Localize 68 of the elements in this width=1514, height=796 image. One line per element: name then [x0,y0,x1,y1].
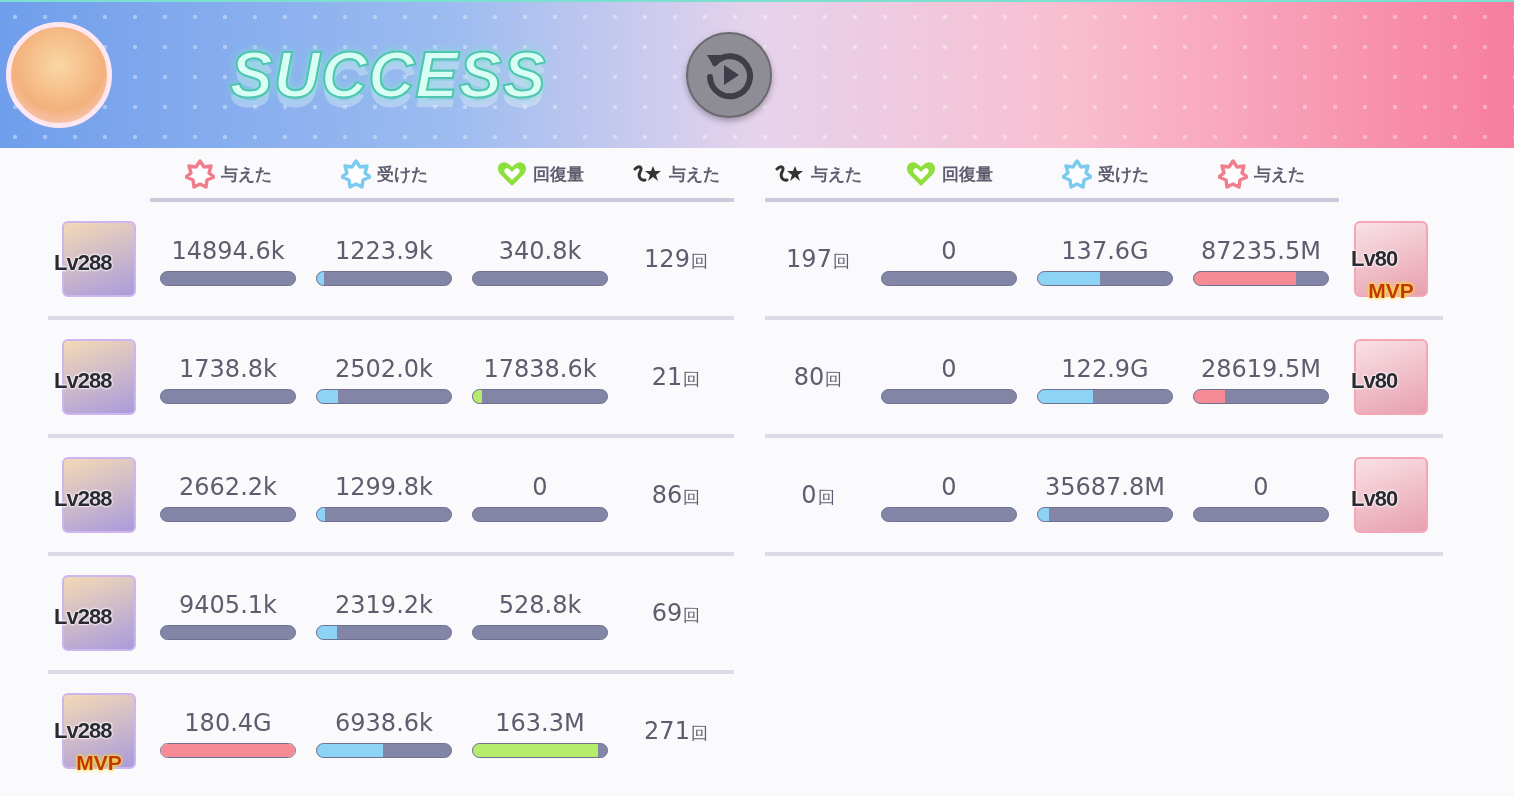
heart-icon [496,161,527,187]
stat-value: 163.3M [495,708,585,737]
stat-value: 528.8k [498,590,582,619]
stat-value: 6938.6k [335,708,433,737]
stat-value: 1738.8k [179,354,277,383]
stat-value: 0 [941,236,957,265]
level-label: Lv80 [1351,488,1398,510]
column-header: 回復量 [532,162,584,186]
level-label: Lv288 [54,252,112,274]
stat-value: 0 [941,472,957,501]
hit-count: 69 [651,599,683,627]
stat-value: 180.4G [184,708,272,737]
column-header: 与えた [220,162,272,186]
stat-value: 0 [941,354,957,383]
hit-count: 197 [786,245,832,273]
count-unit: 回 [817,486,835,509]
stat-value: 17838.6k [483,354,597,383]
level-label: Lv288 [54,606,112,628]
count-unit: 回 [690,250,708,273]
level-label: Lv288 [54,720,112,742]
result-title: SUCCESS [230,38,547,112]
stat-value: 0 [1253,472,1269,501]
column-header: 与えた [810,162,862,186]
column-header: 受けた [376,162,428,186]
stat-value: 1223.9k [335,236,433,265]
count-unit: 回 [683,368,701,391]
count-unit: 回 [683,604,701,627]
count-unit: 回 [683,486,701,509]
level-label: Lv80 [1351,370,1398,392]
hit-count: 80 [793,363,825,391]
count-unit: 回 [690,722,708,745]
column-header: 与えた [1253,162,1305,186]
stat-value: 340.8k [498,236,582,265]
star-burst-icon [340,159,371,189]
stat-value: 0 [532,472,548,501]
column-header: 受けた [1097,162,1149,186]
stat-value: 87235.5M [1201,236,1321,265]
column-header: 回復量 [941,162,993,186]
stat-value: 28619.5M [1201,354,1321,383]
hit-count: 0 [801,481,817,509]
stat-value: 2319.2k [335,590,433,619]
star-burst-icon [184,159,215,189]
hit-count: 86 [651,481,683,509]
stat-value: 2502.0k [335,354,433,383]
count-unit: 回 [825,368,843,391]
swirl-star-icon [632,163,663,185]
stat-value: 122.9G [1061,354,1149,383]
level-label: Lv288 [54,488,112,510]
replay-button[interactable] [686,32,773,118]
column-header: 与えた [668,162,720,186]
hit-count: 129 [644,245,690,273]
stat-value: 2662.2k [179,472,277,501]
star-burst-icon [1217,159,1248,189]
stat-value: 137.6G [1061,236,1149,265]
level-label: Lv80 [1351,248,1398,270]
mvp-label: MVP [1368,280,1414,301]
hit-count: 21 [651,363,683,391]
mvp-label: MVP [76,752,122,773]
count-unit: 回 [832,250,850,273]
swirl-star-icon [774,163,805,185]
stat-value: 35687.8M [1045,472,1165,501]
stat-value: 9405.1k [179,590,277,619]
stat-value: 1299.8k [335,472,433,501]
stat-value: 14894.6k [171,236,285,265]
heart-icon [905,161,936,187]
star-burst-icon [1061,159,1092,189]
hit-count: 271 [644,717,690,745]
level-label: Lv288 [54,370,112,392]
